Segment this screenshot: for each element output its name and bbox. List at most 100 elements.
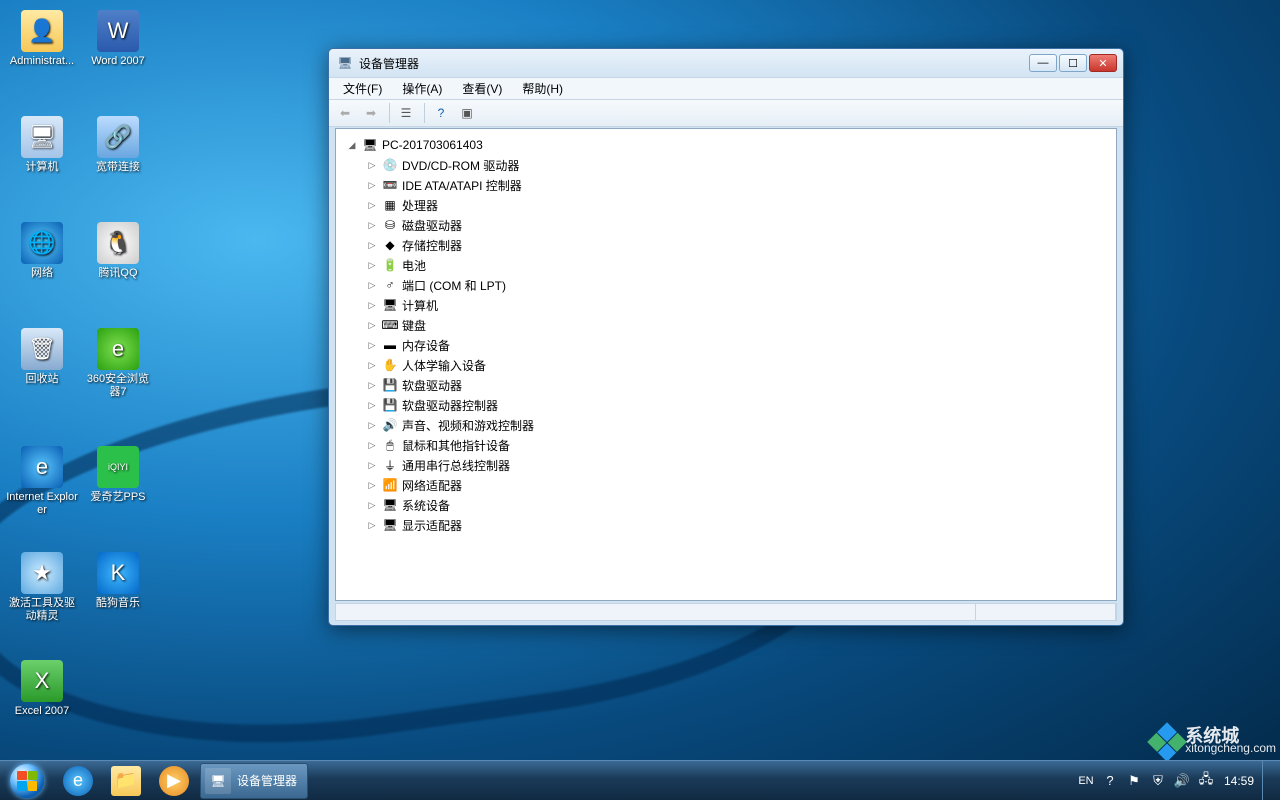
tree-root-label: PC-201703061403 <box>382 138 483 152</box>
desktop-icon-2[interactable]: 🖥计算机 <box>6 116 78 174</box>
expand-icon[interactable]: ▷ <box>366 260 378 271</box>
device-category-icon: 💿 <box>381 157 399 173</box>
expand-icon[interactable]: ▷ <box>366 220 378 231</box>
scan-button[interactable]: ▣ <box>455 102 479 124</box>
device-category-icon: 🔊 <box>381 417 399 433</box>
expand-icon[interactable]: ▷ <box>366 280 378 291</box>
expand-icon[interactable]: ▷ <box>366 440 378 451</box>
desktop-icon-12[interactable]: XExcel 2007 <box>6 660 78 718</box>
desktop-icon-5[interactable]: 🐧腾讯QQ <box>82 222 154 280</box>
desktop-icon-3[interactable]: 🔗宽带连接 <box>82 116 154 174</box>
tree-node-3[interactable]: ▷⛁磁盘驱动器 <box>366 215 1116 235</box>
expand-icon[interactable]: ▷ <box>366 340 378 351</box>
desktop-icon-label: 计算机 <box>6 161 78 174</box>
view-button[interactable]: ☰ <box>394 102 418 124</box>
tree-node-5[interactable]: ▷🔋电池 <box>366 255 1116 275</box>
expand-icon[interactable]: ▷ <box>366 200 378 211</box>
desktop-icon-7[interactable]: e360安全浏览器7 <box>82 328 154 399</box>
desktop-icon-8[interactable]: eInternet Explorer <box>6 446 78 517</box>
close-button[interactable]: ✕ <box>1089 54 1117 72</box>
expand-icon[interactable]: ◢ <box>346 140 358 151</box>
device-category-icon: 💾 <box>381 377 399 393</box>
back-button[interactable]: ⬅ <box>333 102 357 124</box>
expand-icon[interactable]: ▷ <box>366 360 378 371</box>
desktop-icon-label: 激活工具及驱动精灵 <box>6 597 78 623</box>
menu-item-2[interactable]: 查看(V) <box>452 78 512 99</box>
maximize-button[interactable]: ☐ <box>1059 54 1087 72</box>
tray-network-icon[interactable]: 🖧 <box>1196 771 1216 791</box>
forward-button[interactable]: ➡ <box>359 102 383 124</box>
desktop-icon-glyph: e <box>21 446 63 488</box>
desktop-icon-glyph: iQIYI <box>97 446 139 488</box>
tree-node-11[interactable]: ▷💾软盘驱动器 <box>366 375 1116 395</box>
tree-node-label: 电池 <box>402 257 426 274</box>
tree-node-15[interactable]: ▷⏚通用串行总线控制器 <box>366 455 1116 475</box>
desktop-icon-4[interactable]: 🌐网络 <box>6 222 78 280</box>
system-tray: EN ? ⚑ ⛨ 🔊 🖧 14:59 <box>1068 761 1280 800</box>
device-manager-window: 🖥 设备管理器 ― ☐ ✕ 文件(F)操作(A)查看(V)帮助(H) ⬅ ➡ ☰… <box>328 48 1124 626</box>
tree-node-16[interactable]: ▷📶网络适配器 <box>366 475 1116 495</box>
tray-shield-icon[interactable]: ⛨ <box>1148 771 1168 791</box>
pinned-media-player[interactable]: ▶ <box>150 761 198 800</box>
expand-icon[interactable]: ▷ <box>366 180 378 191</box>
desktop-icon-label: Excel 2007 <box>6 705 78 718</box>
titlebar[interactable]: 🖥 设备管理器 ― ☐ ✕ <box>329 49 1123 77</box>
tray-action-center-icon[interactable]: ⚑ <box>1124 771 1144 791</box>
minimize-button[interactable]: ― <box>1029 54 1057 72</box>
tray-lang[interactable]: EN <box>1076 771 1096 791</box>
tree-node-6[interactable]: ▷♂端口 (COM 和 LPT) <box>366 275 1116 295</box>
expand-icon[interactable]: ▷ <box>366 500 378 511</box>
help-button[interactable]: ? <box>429 102 453 124</box>
desktop-icon-glyph: 🗑 <box>21 328 63 370</box>
desktop-icon-10[interactable]: ★激活工具及驱动精灵 <box>6 552 78 623</box>
pinned-explorer[interactable]: 📁 <box>102 761 150 800</box>
start-button[interactable] <box>0 761 54 800</box>
expand-icon[interactable]: ▷ <box>366 380 378 391</box>
menu-item-0[interactable]: 文件(F) <box>333 78 392 99</box>
desktop-icon-11[interactable]: K酷狗音乐 <box>82 552 154 610</box>
expand-icon[interactable]: ▷ <box>366 400 378 411</box>
tree-node-10[interactable]: ▷✋人体学输入设备 <box>366 355 1116 375</box>
tree-node-13[interactable]: ▷🔊声音、视频和游戏控制器 <box>366 415 1116 435</box>
desktop-icon-6[interactable]: 🗑回收站 <box>6 328 78 386</box>
device-category-icon: 🔋 <box>381 257 399 273</box>
desktop-icon-label: 爱奇艺PPS <box>82 491 154 504</box>
pinned-ie[interactable]: e <box>54 761 102 800</box>
device-category-icon: ♂ <box>381 277 399 293</box>
tree-node-14[interactable]: ▷🖱鼠标和其他指针设备 <box>366 435 1116 455</box>
tree-node-8[interactable]: ▷⌨键盘 <box>366 315 1116 335</box>
expand-icon[interactable]: ▷ <box>366 460 378 471</box>
desktop-icon-label: 360安全浏览器7 <box>82 373 154 399</box>
device-category-icon: 🖱 <box>381 437 399 453</box>
expand-icon[interactable]: ▷ <box>366 520 378 531</box>
tree-root[interactable]: ◢🖥PC-201703061403 <box>346 135 1116 155</box>
expand-icon[interactable]: ▷ <box>366 300 378 311</box>
menu-item-3[interactable]: 帮助(H) <box>512 78 573 99</box>
tray-help-icon[interactable]: ? <box>1100 771 1120 791</box>
menu-item-1[interactable]: 操作(A) <box>392 78 452 99</box>
tree-node-12[interactable]: ▷💾软盘驱动器控制器 <box>366 395 1116 415</box>
tray-clock[interactable]: 14:59 <box>1224 774 1254 788</box>
tray-volume-icon[interactable]: 🔊 <box>1172 771 1192 791</box>
expand-icon[interactable]: ▷ <box>366 160 378 171</box>
tree-node-0[interactable]: ▷💿DVD/CD-ROM 驱动器 <box>366 155 1116 175</box>
expand-icon[interactable]: ▷ <box>366 320 378 331</box>
desktop-icon-0[interactable]: 👤Administrat... <box>6 10 78 68</box>
tree-node-9[interactable]: ▷▬内存设备 <box>366 335 1116 355</box>
desktop-icon-9[interactable]: iQIYI 爱奇艺PPS <box>82 446 154 504</box>
expand-icon[interactable]: ▷ <box>366 420 378 431</box>
tree-node-2[interactable]: ▷▦处理器 <box>366 195 1116 215</box>
taskbar-app-device-manager[interactable]: 🖥 设备管理器 <box>200 763 308 799</box>
tree-pane[interactable]: ◢🖥PC-201703061403▷💿DVD/CD-ROM 驱动器▷📼IDE A… <box>335 128 1117 601</box>
show-desktop-button[interactable] <box>1262 761 1272 800</box>
tree-node-4[interactable]: ▷◆存储控制器 <box>366 235 1116 255</box>
expand-icon[interactable]: ▷ <box>366 480 378 491</box>
tree-node-17[interactable]: ▷🖥系统设备 <box>366 495 1116 515</box>
tree-node-label: 软盘驱动器 <box>402 377 462 394</box>
tree-node-1[interactable]: ▷📼IDE ATA/ATAPI 控制器 <box>366 175 1116 195</box>
device-category-icon: 🖥 <box>381 497 399 513</box>
desktop-icon-1[interactable]: WWord 2007 <box>82 10 154 68</box>
tree-node-18[interactable]: ▷🖥显示适配器 <box>366 515 1116 535</box>
expand-icon[interactable]: ▷ <box>366 240 378 251</box>
tree-node-7[interactable]: ▷🖥计算机 <box>366 295 1116 315</box>
